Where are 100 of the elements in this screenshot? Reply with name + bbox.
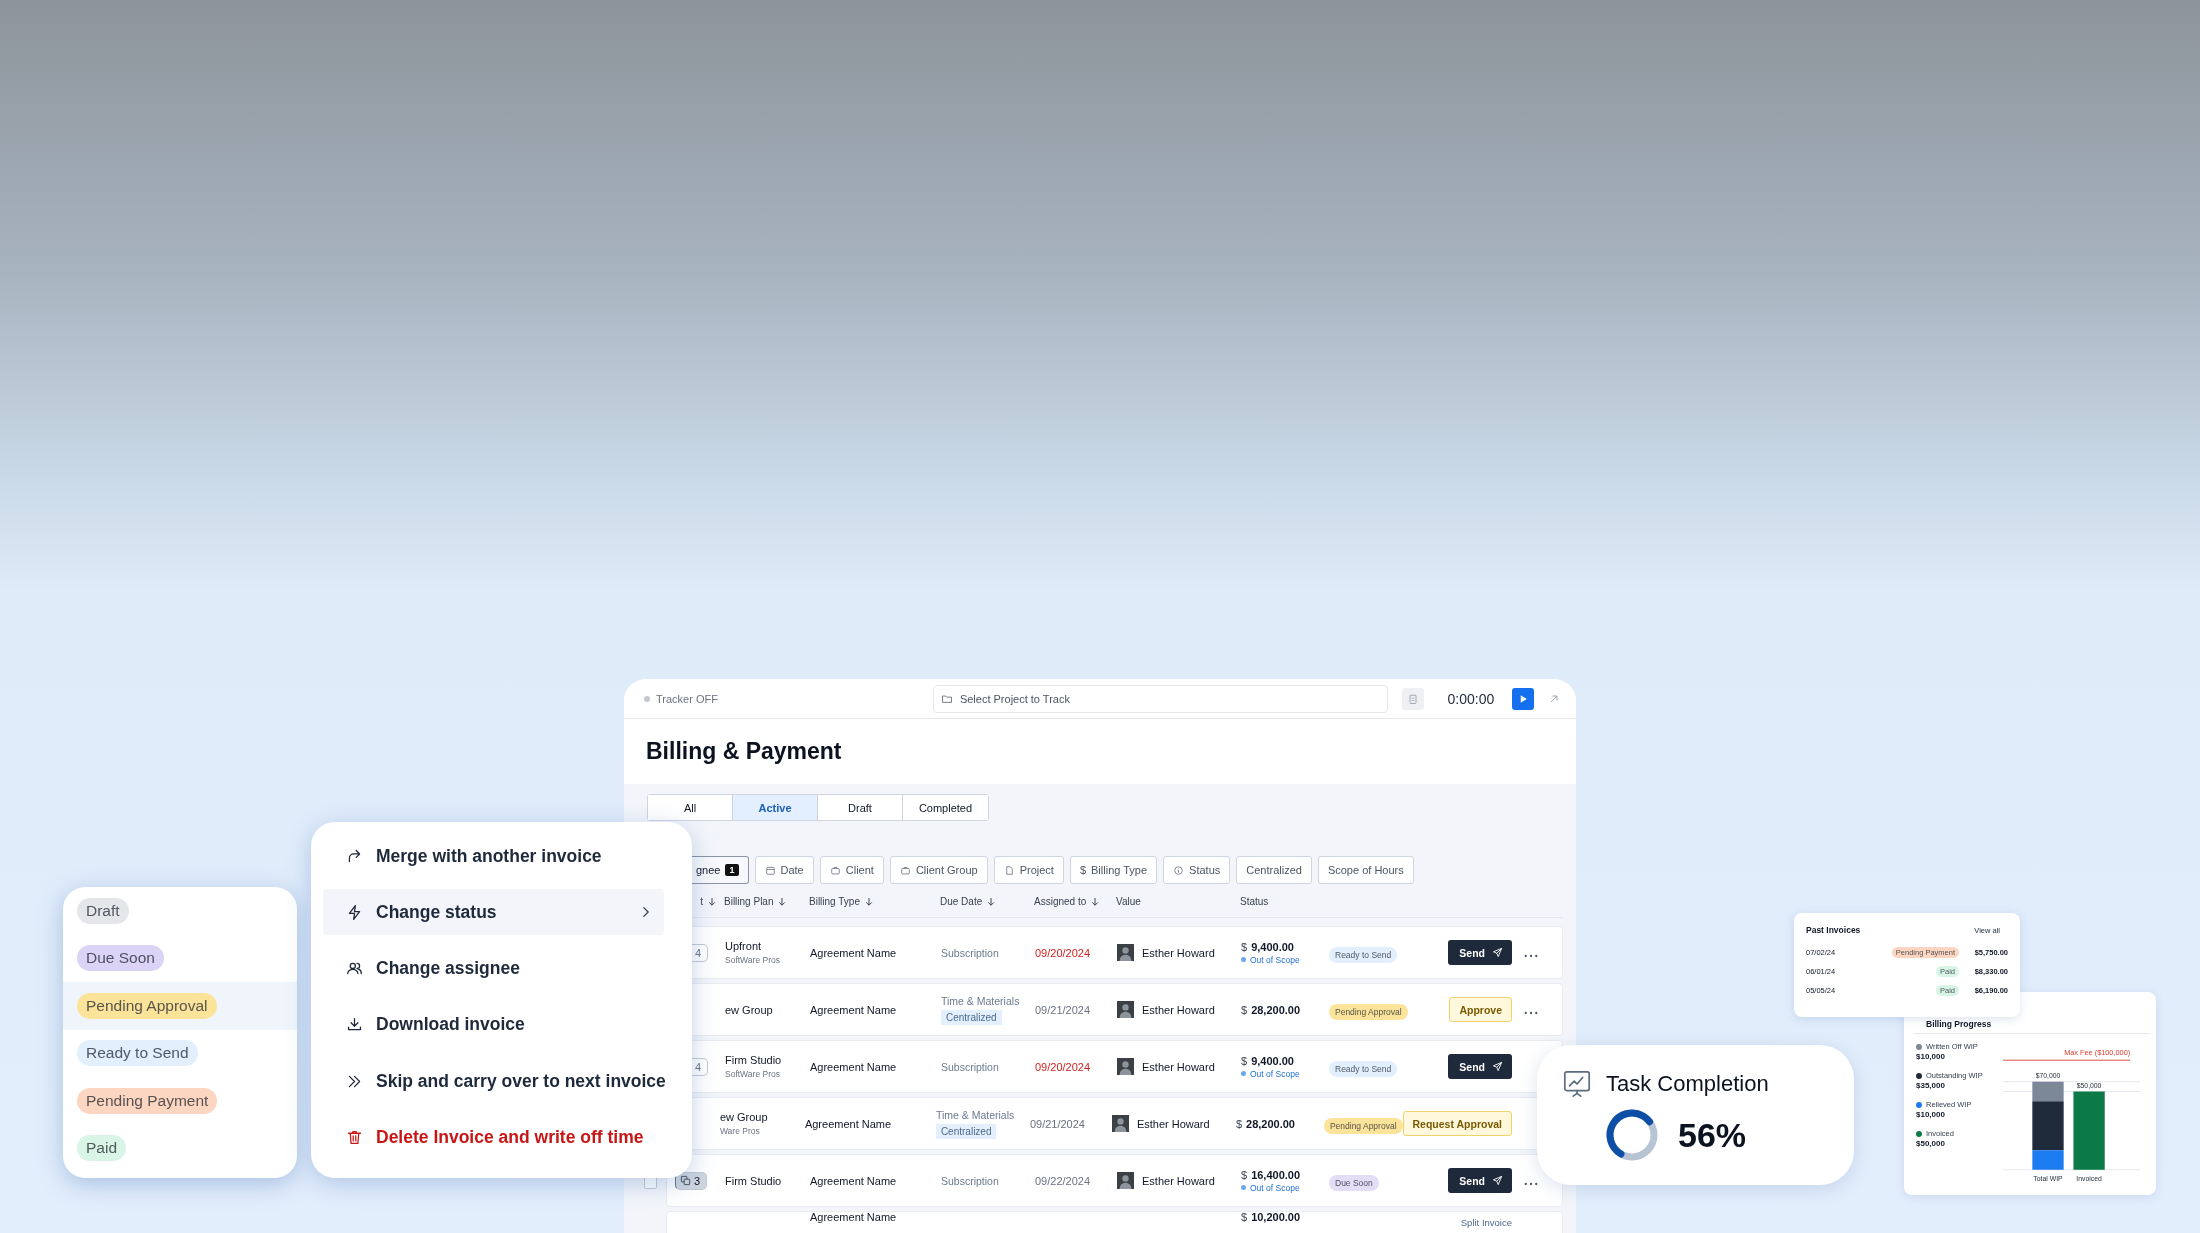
filter-button[interactable]: gnee 1: [692, 856, 749, 884]
assignee-name: Esther Howard: [1142, 1003, 1215, 1016]
billing-plan: Agreement Name: [810, 946, 898, 959]
invoice-value: 16,400.00: [1251, 1168, 1301, 1181]
send-button[interactable]: Send: [1448, 1054, 1512, 1079]
tab[interactable]: Active: [733, 795, 818, 820]
clipboard-button[interactable]: [1401, 687, 1424, 710]
status-option[interactable]: Draft: [63, 887, 297, 935]
clipboard-icon: [1406, 692, 1419, 705]
filter-button[interactable]: Scope of Hours: [1317, 856, 1414, 884]
sort-arrow-icon: [864, 896, 873, 907]
billing-plan: Agreement Name: [810, 1174, 898, 1187]
status-pill: Ready to Send: [77, 1040, 198, 1067]
filter-button[interactable]: $ Billing Type: [1069, 856, 1158, 884]
column-header[interactable]: Billing Plan: [724, 896, 809, 907]
status-option[interactable]: Paid: [63, 1124, 297, 1172]
filter-button[interactable]: Client: [819, 856, 884, 884]
currency-sign: $: [1241, 1054, 1248, 1067]
more-icon[interactable]: [1524, 1181, 1538, 1186]
send-button[interactable]: Send: [1448, 1168, 1512, 1193]
status-pill: Ready to Send: [1329, 1060, 1398, 1077]
filter-button[interactable]: Date: [754, 856, 814, 884]
briefcase-icon: [899, 864, 911, 876]
due-date: 09/20/2024: [1035, 946, 1092, 959]
send-button[interactable]: Send: [1448, 940, 1512, 965]
approve-button[interactable]: Request Approval: [1402, 1111, 1512, 1136]
client-name: ew Group: [725, 1003, 774, 1016]
client-name: Firm Studio: [725, 1054, 783, 1066]
column-header[interactable]: Value: [1116, 896, 1240, 907]
due-date: 09/21/2024: [1029, 1117, 1086, 1130]
client-name: Firm Studio: [725, 1174, 783, 1187]
status-pill: Pending Payment: [77, 1087, 218, 1114]
currency-sign: $: [1241, 1168, 1248, 1181]
status-pill: Draft: [77, 897, 129, 924]
billing-plan: Agreement Name: [804, 1117, 893, 1130]
menu-item[interactable]: Download invoice: [323, 1001, 664, 1048]
column-header[interactable]: t: [690, 896, 724, 907]
status-pill: Pending Approval: [1323, 1117, 1403, 1134]
tracker-status: Tracker OFF: [655, 692, 718, 705]
assignee-name: Esther Howard: [1136, 1117, 1210, 1130]
legend-amount: $10,000: [1916, 1052, 1946, 1061]
column-header[interactable]: Assigned to: [1034, 896, 1116, 907]
status-pill: Paid: [77, 1135, 127, 1162]
approve-button[interactable]: Approve: [1449, 997, 1512, 1022]
card-title: Billing Progress: [1914, 1019, 2150, 1034]
page-title: Billing & Payment: [646, 738, 842, 765]
sort-arrow-icon: [708, 896, 716, 907]
avatar-icon: [1117, 1172, 1134, 1189]
invoice-value: 28,200.00: [1246, 1117, 1295, 1130]
client-name: Upfront: [725, 940, 763, 952]
status-option[interactable]: Pending Approval: [63, 982, 297, 1030]
assignee-name: Esther Howard: [1142, 1174, 1215, 1187]
status-option[interactable]: Pending Payment: [63, 1077, 297, 1125]
project-search-field[interactable]: Select Project to Track: [932, 684, 1388, 713]
calendar-icon: [764, 864, 776, 876]
more-icon[interactable]: [1524, 1010, 1538, 1015]
scope-label: Out of Scope: [1250, 1068, 1300, 1079]
scope-dot-icon: [1241, 957, 1246, 962]
status-option[interactable]: Ready to Send: [63, 1029, 297, 1077]
assignee-name: Esther Howard: [1142, 946, 1215, 959]
sort-arrow-icon: [987, 896, 996, 907]
client-subtitle: Ware Pros: [719, 1126, 761, 1136]
column-header[interactable]: Status: [1240, 896, 1328, 907]
invoice-row[interactable]: Agreement Name $ 10,200.00 Split Invoice: [666, 1211, 1563, 1233]
status-pill: Pending Approval: [1329, 1003, 1408, 1020]
billing-type: Time & Materials: [935, 1108, 1015, 1121]
column-header[interactable]: Billing Type: [809, 896, 940, 907]
avatar-icon: [1117, 944, 1134, 961]
filter-button[interactable]: Project: [993, 856, 1064, 884]
status-pill: Pending Approval: [77, 992, 217, 1019]
menu-item[interactable]: Merge with another invoice: [323, 833, 664, 879]
more-icon[interactable]: [1524, 953, 1538, 958]
client-name: ew Group: [719, 1111, 769, 1123]
scope-dot-icon: [1241, 1185, 1246, 1190]
currency-sign: $: [1241, 940, 1248, 953]
status-pill: Ready to Send: [1329, 946, 1398, 963]
menu-item[interactable]: Change assignee: [323, 945, 664, 992]
filter-button[interactable]: Centralized: [1236, 856, 1312, 884]
sort-arrow-icon: [1091, 896, 1100, 907]
filter-button[interactable]: Client Group: [889, 856, 988, 884]
send-icon: [1492, 1061, 1503, 1072]
send-icon: [1492, 1175, 1503, 1186]
play-button[interactable]: [1512, 687, 1535, 710]
billing-plan: Agreement Name: [810, 1003, 898, 1016]
avatar-icon: [1117, 1001, 1134, 1018]
expand-icon[interactable]: [1548, 692, 1560, 705]
invoice-row[interactable]: 3 Firm Studio Agreement Name Subscription 09/22/2024 Esther Howard $ 16,400.00 Out of Scope Due Soon Send: [666, 1154, 1563, 1207]
sort-arrow-icon: [778, 896, 787, 907]
lightning-icon: [346, 903, 363, 921]
filter-button[interactable]: Status: [1163, 856, 1231, 884]
status-option[interactable]: Due Soon: [63, 934, 297, 982]
folder-icon: [940, 692, 953, 705]
send-icon: [1492, 947, 1503, 958]
menu-item[interactable]: Change status: [323, 889, 664, 936]
tab[interactable]: All: [648, 795, 733, 820]
split-invoice-link[interactable]: Split Invoice: [1460, 1217, 1512, 1228]
trash-icon: [346, 1129, 363, 1146]
column-header[interactable]: Due Date: [940, 896, 1034, 907]
client-subtitle: SoftWare Pros: [725, 1069, 781, 1079]
billing-type: Subscription: [941, 946, 999, 959]
